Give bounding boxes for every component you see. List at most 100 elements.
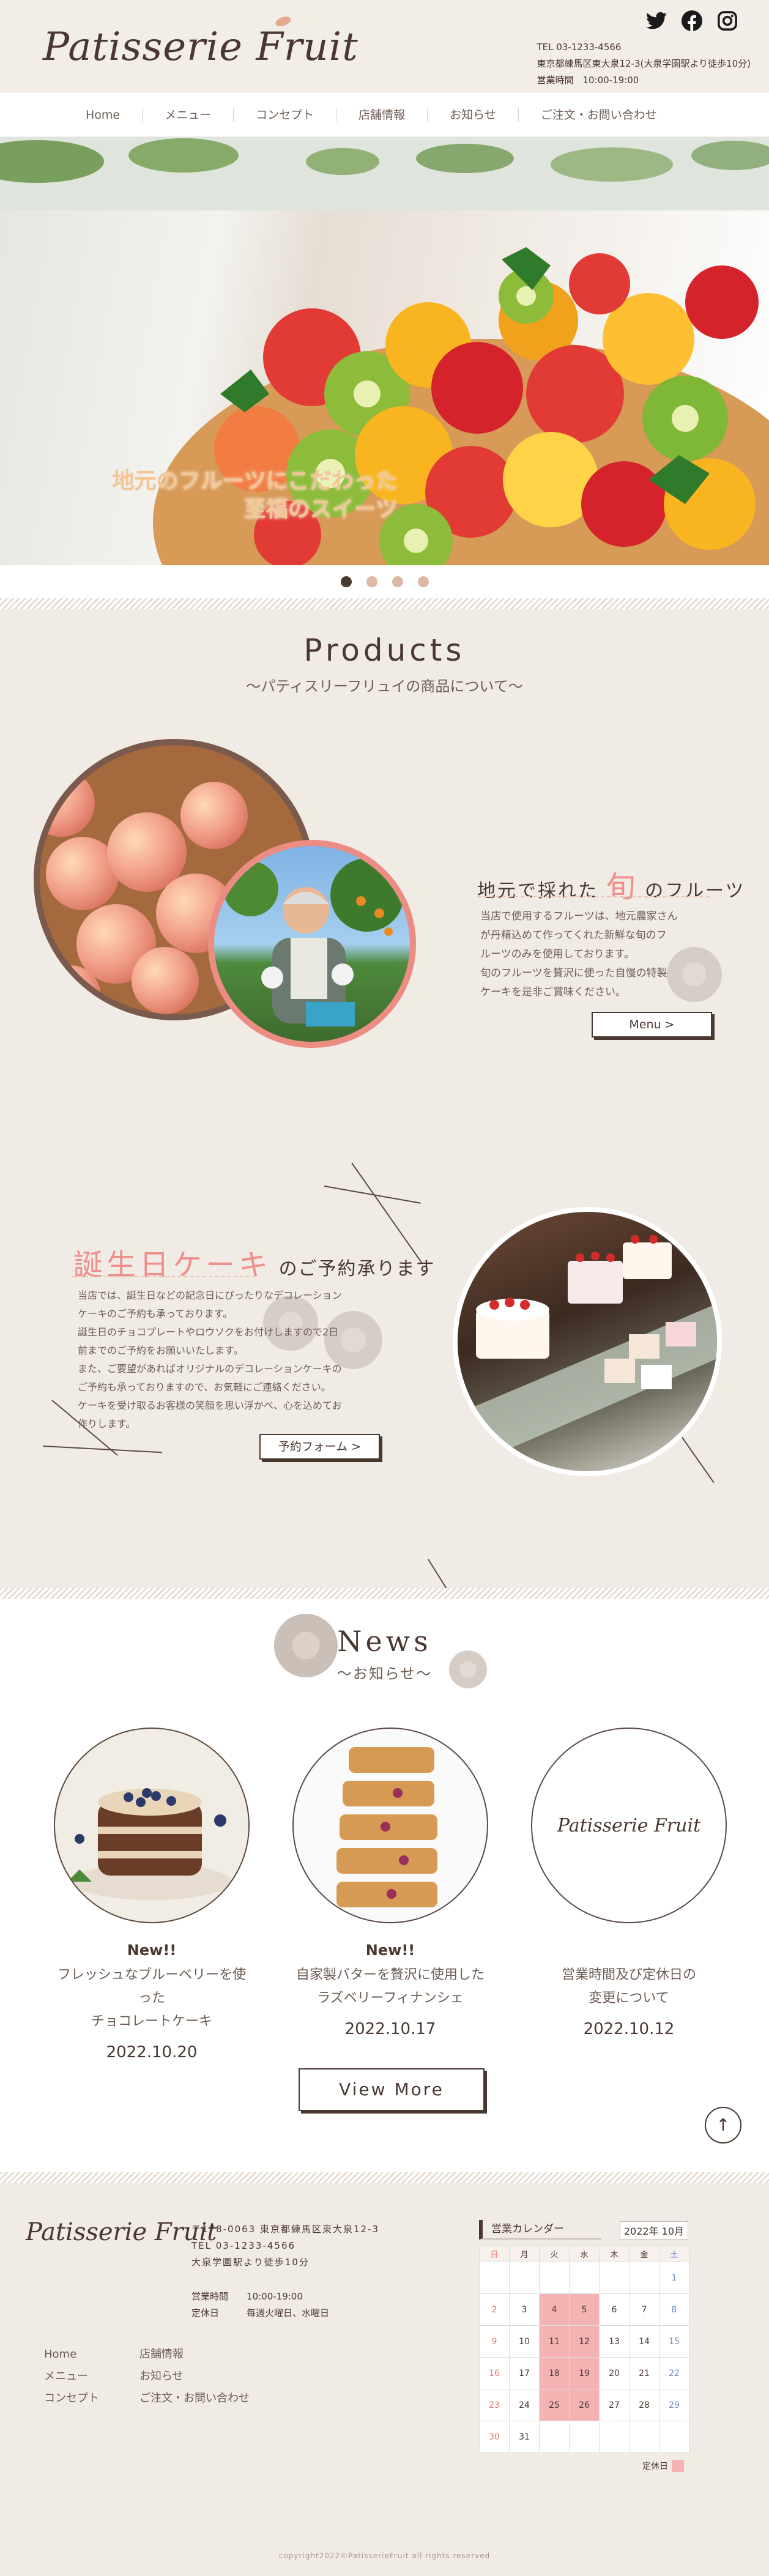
- slider-dot-4[interactable]: [417, 576, 429, 587]
- menu-button[interactable]: Menu >: [592, 1012, 712, 1037]
- news-headline-line: 営業時間及び定休日の: [561, 1967, 696, 1983]
- view-more-button[interactable]: View More: [299, 2068, 485, 2111]
- main-nav: Home メニュー コンセプト 店舗情報 お知らせ ご注文・お問い合わせ: [0, 93, 769, 137]
- hero-line-2: 至福のスイーツ: [243, 497, 398, 522]
- calendar-day[interactable]: 27: [599, 2389, 630, 2421]
- back-to-top-icon[interactable]: ↑: [705, 2107, 741, 2144]
- calendar-month-select[interactable]: 2022年 10月: [619, 2221, 688, 2240]
- birthday-text-line: また、ご要望があればオリジナルのデコレーションケーキの: [78, 1363, 342, 1375]
- footer-link-concept[interactable]: コンセプト: [44, 2388, 99, 2410]
- calendar-day[interactable]: 12: [569, 2325, 600, 2358]
- calendar-day[interactable]: 6: [599, 2293, 630, 2326]
- calendar-day[interactable]: 17: [509, 2357, 540, 2389]
- calendar-day[interactable]: 3: [509, 2293, 540, 2326]
- calendar-day[interactable]: 1: [659, 2262, 689, 2294]
- calendar-day[interactable]: 9: [479, 2325, 510, 2358]
- news-date: 2022.10.20: [106, 2043, 198, 2062]
- calendar-day[interactable]: 18: [539, 2357, 570, 2389]
- calendar-day[interactable]: 5: [569, 2293, 600, 2326]
- calendar-day[interactable]: 21: [629, 2357, 659, 2389]
- calendar-day[interactable]: 11: [539, 2325, 570, 2358]
- calendar-day[interactable]: 24: [509, 2389, 540, 2421]
- news-headline-line: フレッシュなブルーベリーを使った: [57, 1967, 246, 2006]
- news-headline[interactable]: フレッシュなブルーベリーを使った チョコレートケーキ: [54, 1964, 250, 2033]
- footer-link-news[interactable]: お知らせ: [139, 2366, 250, 2388]
- calendar-day[interactable]: 20: [599, 2357, 630, 2389]
- calendar-day[interactable]: 22: [659, 2357, 689, 2389]
- birthday-text-line: 誕生日のチョコプレートやロウソクをお付けしますので2日: [78, 1326, 339, 1338]
- nav-news[interactable]: お知らせ: [428, 108, 519, 122]
- nav-menu[interactable]: メニュー: [143, 108, 234, 122]
- calendar-day[interactable]: 2: [479, 2293, 510, 2326]
- calendar-day[interactable]: 28: [629, 2389, 659, 2421]
- calendar-day[interactable]: 19: [569, 2357, 600, 2389]
- products-section: Products 〜パティスリーフリュイの商品について〜 地元で採れた 旬 のフ…: [0, 598, 769, 1627]
- calendar-day: [599, 2421, 630, 2453]
- nav-order-contact[interactable]: ご注文・お問い合わせ: [519, 108, 679, 122]
- footer-link-contact[interactable]: ご注文・お問い合わせ: [139, 2388, 250, 2410]
- header-tel: TEL 03-1233-4566: [537, 42, 622, 53]
- nav-store-info[interactable]: 店舗情報: [336, 108, 428, 122]
- calendar-day[interactable]: 30: [479, 2421, 510, 2453]
- footer-link-home[interactable]: Home: [44, 2344, 99, 2366]
- calendar-day: [629, 2262, 659, 2294]
- calendar-day[interactable]: 15: [659, 2325, 689, 2358]
- calendar-day[interactable]: 26: [569, 2389, 600, 2421]
- calendar-day[interactable]: 14: [629, 2325, 659, 2358]
- news-title: News: [337, 1625, 432, 1658]
- news-date: 2022.10.17: [344, 2020, 436, 2038]
- news-card[interactable]: New!! フレッシュなブルーベリーを使った チョコレートケーキ 2022.10…: [54, 1728, 250, 2062]
- calendar-day[interactable]: 4: [539, 2293, 570, 2326]
- site-logo[interactable]: Patisserie Fruit: [43, 24, 358, 70]
- news-card[interactable]: New!! 自家製バターを贅沢に使用した ラズベリーフィナンシェ 2022.10…: [292, 1728, 488, 2038]
- calendar-week-row: 30 31: [479, 2421, 689, 2453]
- calendar-day[interactable]: 25: [539, 2389, 570, 2421]
- facebook-icon[interactable]: [681, 10, 703, 32]
- news-card[interactable]: Patisserie Fruit 営業時間及び定休日の 変更について 2022.…: [531, 1728, 727, 2038]
- birthday-text-line: ケーキのご予約も承っております。: [78, 1308, 233, 1320]
- calendar-legend-label: 定休日: [642, 2462, 668, 2471]
- news-image-financier[interactable]: [292, 1728, 488, 1923]
- calendar-day: [539, 2421, 570, 2453]
- twitter-icon[interactable]: [645, 10, 667, 32]
- footer-logo[interactable]: Patisserie Fruit: [26, 2218, 217, 2246]
- slider-dot-3[interactable]: [392, 576, 403, 587]
- news-new-badge: New!!: [127, 1942, 177, 1959]
- fruit-title-pre: 地元で採れた: [477, 880, 598, 902]
- fruit-title-post: のフルーツ: [645, 880, 746, 902]
- nav-concept[interactable]: コンセプト: [234, 108, 337, 122]
- calendar-day[interactable]: 10: [509, 2325, 540, 2358]
- news-section: News 〜お知らせ〜 New!! フレッシュなブルーベリーを使った チョコレー…: [0, 1588, 769, 2172]
- birthday-text-line: ご予約も承っておりますので、お気軽にご連絡ください。: [78, 1381, 331, 1393]
- news-image-logo[interactable]: Patisserie Fruit: [531, 1728, 727, 1923]
- hero-slider: 地元のフルーツにこだわった 至福のスイーツ: [0, 137, 769, 565]
- calendar-day[interactable]: 7: [629, 2293, 659, 2326]
- news-headline[interactable]: 営業時間及び定休日の 変更について: [531, 1964, 727, 2010]
- footer-link-menu[interactable]: メニュー: [44, 2366, 99, 2388]
- nav-home[interactable]: Home: [61, 108, 143, 122]
- footer-link-store-info[interactable]: 店舗情報: [139, 2344, 250, 2366]
- slider-dot-1[interactable]: [340, 576, 352, 587]
- calendar-day[interactable]: 23: [479, 2389, 510, 2421]
- calendar-day[interactable]: 29: [659, 2389, 689, 2421]
- birthday-feature-text: 当店では、誕生日などの記念日にぴったりなデコレーション ケーキのご予約も承ってお…: [78, 1286, 342, 1433]
- news-date: 2022.10.12: [583, 2020, 675, 2038]
- news-image-chocolate-cake[interactable]: [54, 1728, 250, 1923]
- calendar-day[interactable]: 8: [659, 2293, 689, 2326]
- products-subtitle: 〜パティスリーフリュイの商品について〜: [246, 678, 523, 695]
- footer-closed-label: 定休日: [191, 2307, 220, 2318]
- news-headline-line: チョコレートケーキ: [91, 2014, 212, 2029]
- instagram-icon[interactable]: [716, 10, 738, 32]
- calendar-day: [539, 2262, 570, 2294]
- slider-dot-2[interactable]: [366, 576, 377, 587]
- calendar-day[interactable]: 13: [599, 2325, 630, 2358]
- hero-leaves-image: [0, 137, 769, 210]
- calendar-weekday: 水: [569, 2246, 600, 2262]
- calendar-day[interactable]: 16: [479, 2357, 510, 2389]
- news-headline-line: ラズベリーフィナンシェ: [317, 1991, 464, 2006]
- news-headline[interactable]: 自家製バターを贅沢に使用した ラズベリーフィナンシェ: [292, 1964, 488, 2010]
- calendar-day[interactable]: 31: [509, 2421, 540, 2453]
- news-subtitle: 〜お知らせ〜: [336, 1665, 433, 1682]
- calendar-legend: 定休日: [642, 2460, 684, 2472]
- reservation-form-button[interactable]: 予約フォーム >: [259, 1434, 380, 1460]
